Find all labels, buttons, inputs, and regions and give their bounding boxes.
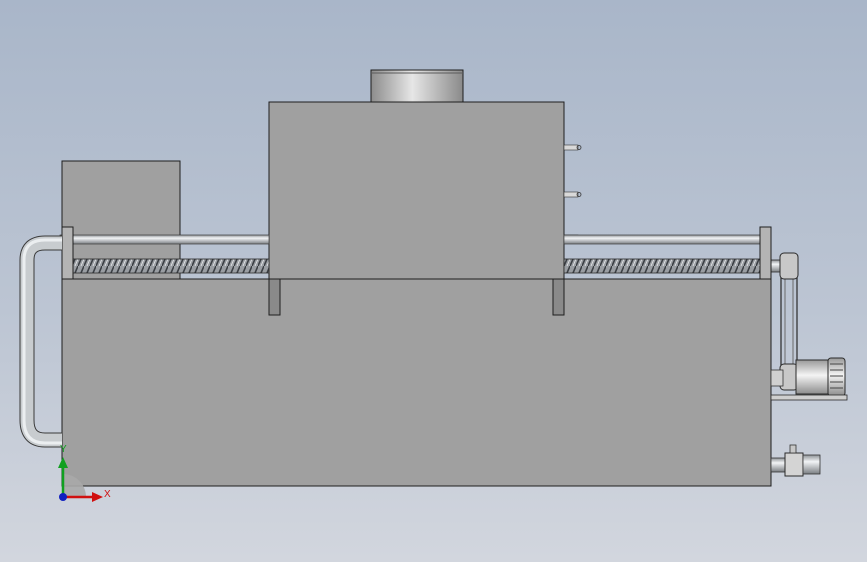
hood-leg-right <box>552 278 565 316</box>
y-axis-label: Y <box>60 444 67 455</box>
hood-nozzles <box>563 144 582 241</box>
cad-viewport[interactable]: X Y <box>0 0 867 562</box>
drain-valve <box>770 444 821 477</box>
main-tank <box>61 278 772 487</box>
screw-conveyor-left <box>71 258 270 274</box>
end-plate-right <box>759 226 772 280</box>
center-hood <box>268 101 565 280</box>
screw-conveyor-right <box>563 258 763 274</box>
z-axis-origin-icon <box>59 493 67 501</box>
hood-leg-left <box>268 278 281 316</box>
upper-pipe-left <box>59 234 270 245</box>
upper-pipe-right <box>563 234 765 245</box>
cad-drawing[interactable]: X Y <box>0 0 867 562</box>
return-pipe <box>19 235 62 448</box>
belt-drive <box>779 252 799 391</box>
exhaust-duct <box>370 69 464 104</box>
x-axis-arrow-icon <box>92 492 103 502</box>
x-axis-label: X <box>104 489 111 500</box>
end-plate-left <box>61 226 74 280</box>
